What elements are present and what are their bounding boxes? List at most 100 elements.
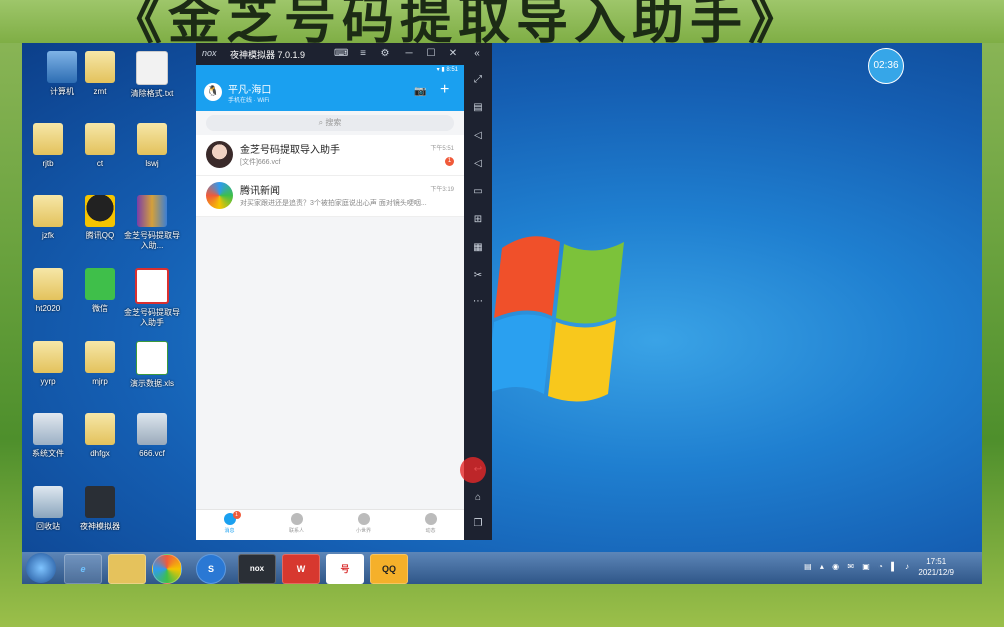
clock-date: 2021/12/9	[918, 568, 954, 577]
qq-header: 🐧 平凡-海口 手机在线 · WiFi 📷 +	[196, 75, 464, 111]
android-status-bar: ▾ ▮ 8:51	[196, 65, 464, 75]
desktop-icon-label: 演示数据.xls	[130, 379, 174, 388]
desktop-icon-label: dhfgx	[90, 449, 110, 458]
emulator-title: 夜神模拟器 7.0.1.9	[230, 50, 306, 60]
folder-icon	[85, 123, 115, 155]
chat-title: 金芝号码提取导入助手	[240, 145, 340, 156]
desktop-icon-label: ct	[96, 159, 104, 168]
ie-taskbar-button[interactable]: e	[64, 554, 102, 584]
archive-icon	[137, 195, 167, 227]
tab-label: 动态	[425, 528, 436, 534]
camera-icon[interactable]: 📷	[414, 86, 426, 97]
desktop-icon-wechat[interactable]: 微信	[70, 268, 130, 314]
desktop-icon-lswj[interactable]: lswj	[122, 123, 182, 169]
recording-timer: 02:36	[868, 48, 904, 84]
folder-icon	[33, 195, 63, 227]
desktop-icon-dhfgx[interactable]: dhfgx	[70, 413, 130, 459]
explorer-taskbar-button[interactable]	[108, 554, 146, 584]
scissors-icon[interactable]: ✂	[471, 269, 485, 283]
chat-item-jinzhi[interactable]: 金芝号码提取导入助手 [文件]666.vcf 下午5:51 1	[196, 135, 464, 176]
tab-feeds[interactable]: 动态	[397, 510, 464, 540]
close-icon[interactable]: ✕	[446, 47, 460, 61]
start-button[interactable]	[26, 553, 56, 583]
video-title-banner: 《金芝号码提取导入助手》	[0, 0, 1004, 43]
folder-icon	[33, 268, 63, 300]
user-name: 平凡-海口	[228, 85, 272, 96]
feeds-icon	[424, 513, 437, 525]
desktop-icon-vcf[interactable]: 666.vcf	[122, 413, 182, 459]
jinzhi-app-icon	[135, 268, 169, 304]
nox-icon	[85, 486, 115, 518]
desktop-icon-label: 666.vcf	[139, 449, 165, 458]
minimize-icon[interactable]: ─	[402, 47, 416, 61]
recycle-bin-icon	[33, 486, 63, 518]
taskbar-clock[interactable]: 17:51 2021/12/9	[918, 556, 954, 578]
emulator-titlebar[interactable]: nox 夜神模拟器 7.0.1.9 ⌨ ≡ ⚙ ─ ☐ ✕ «	[196, 43, 492, 65]
system-tray-icons[interactable]: ▤ ▴ ◉ ✉ ▣ ◔ ▌ ♪	[804, 562, 912, 571]
desktop-icon-jinzhi-archive[interactable]: 金芝号码提取导入助...	[122, 195, 182, 251]
nox-logo: nox	[202, 48, 217, 58]
desktop-icon-label: 微信	[92, 304, 108, 313]
spreadsheet-icon	[136, 341, 168, 375]
volume-down-icon[interactable]: ◁	[471, 157, 485, 171]
nox-emulator-window: nox 夜神模拟器 7.0.1.9 ⌨ ≡ ⚙ ─ ☐ ✕ « ▾ ▮ 8:51…	[196, 43, 492, 540]
desktop-icon-xls[interactable]: 演示数据.xls	[122, 341, 182, 389]
settings-gear-icon[interactable]: ⚙	[378, 47, 392, 61]
user-online-status: 手机在线 · WiFi	[228, 98, 270, 104]
chat-time: 下午5:51	[430, 146, 454, 152]
windows-logo-icon	[492, 236, 624, 402]
menu-icon[interactable]: ≡	[356, 47, 370, 61]
tab-contacts[interactable]: 联系人	[263, 510, 330, 540]
folder-icon	[85, 51, 115, 83]
desktop-icon-ct[interactable]: ct	[70, 123, 130, 169]
contact-avatar	[206, 141, 233, 168]
folder-icon	[137, 123, 167, 155]
user-avatar[interactable]: 🐧	[204, 83, 222, 101]
recent-apps-icon[interactable]: ❐	[471, 517, 485, 531]
desktop-icon-qq[interactable]: 腾讯QQ	[70, 195, 130, 241]
nox-taskbar-button[interactable]: nox	[238, 554, 276, 584]
tab-label: 消息	[224, 528, 235, 534]
home-icon[interactable]: ⌂	[471, 491, 485, 505]
banner-title: 《金芝号码提取导入助手》	[110, 0, 807, 43]
desktop-icon-mjrp[interactable]: mjrp	[70, 341, 130, 387]
browser-taskbar-button[interactable]	[152, 554, 182, 584]
chat-title: 腾讯新闻	[240, 186, 280, 197]
add-icon[interactable]: +	[440, 81, 449, 99]
desktop-icon-label: zmt	[93, 87, 107, 96]
jinzhi-taskbar-button[interactable]: 号	[326, 554, 364, 584]
collapse-sidebar-icon[interactable]: «	[470, 47, 484, 61]
qq-tab-bar: 1 消息 联系人 小世界 动态	[196, 509, 464, 540]
desktop-icon-nox[interactable]: 夜神模拟器	[70, 486, 130, 532]
desktop-icon-label: 腾讯QQ	[85, 231, 115, 240]
search-bar[interactable]: ⌕ 搜索	[206, 115, 454, 131]
qq-penguin-icon	[85, 195, 115, 227]
desktop-icon-zmt[interactable]: zmt	[70, 51, 130, 97]
desktop-icon-label: mjrp	[92, 377, 108, 386]
tab-small-world[interactable]: 小世界	[330, 510, 397, 540]
tab-messages[interactable]: 1 消息	[196, 510, 263, 540]
sogou-taskbar-button[interactable]: S	[196, 554, 226, 584]
screen-icon[interactable]: ▭	[471, 185, 485, 199]
fullscreen-icon[interactable]: ⤢	[471, 73, 485, 87]
search-placeholder: 搜索	[325, 118, 342, 127]
desktop-icon-label: lswj	[145, 159, 159, 168]
add-apk-icon[interactable]: ⊞	[471, 213, 485, 227]
desktop-icon-txt[interactable]: 清除格式.txt	[122, 51, 182, 99]
multi-instance-icon[interactable]: ▦	[471, 241, 485, 255]
wifi-icon: ▾ ▮	[436, 67, 447, 73]
more-icon[interactable]: ⋯	[471, 295, 485, 309]
qq-taskbar-button[interactable]: QQ	[370, 554, 408, 584]
status-time: 8:51	[446, 67, 458, 73]
maximize-icon[interactable]: ☐	[424, 47, 438, 61]
keyboard-icon[interactable]: ⌨	[334, 47, 348, 61]
folder-icon	[85, 413, 115, 445]
world-icon	[357, 513, 370, 525]
android-screen: ▾ ▮ 8:51 🐧 平凡-海口 手机在线 · WiFi 📷 + ⌕ 搜索 金芝…	[196, 65, 464, 540]
volume-up-icon[interactable]: ◁	[471, 129, 485, 143]
keymap-icon[interactable]: ▤	[471, 101, 485, 115]
desktop-icon-label: 夜神模拟器	[80, 522, 120, 531]
chat-item-tencent-news[interactable]: 腾讯新闻 对买家跟进还是追责？3个被拍家庭说出心声 面对镜头哽咽... 下午3:…	[196, 176, 464, 217]
desktop-icon-jinzhi-app[interactable]: 金芝号码提取导入助手	[122, 268, 182, 328]
wps-taskbar-button[interactable]: W	[282, 554, 320, 584]
